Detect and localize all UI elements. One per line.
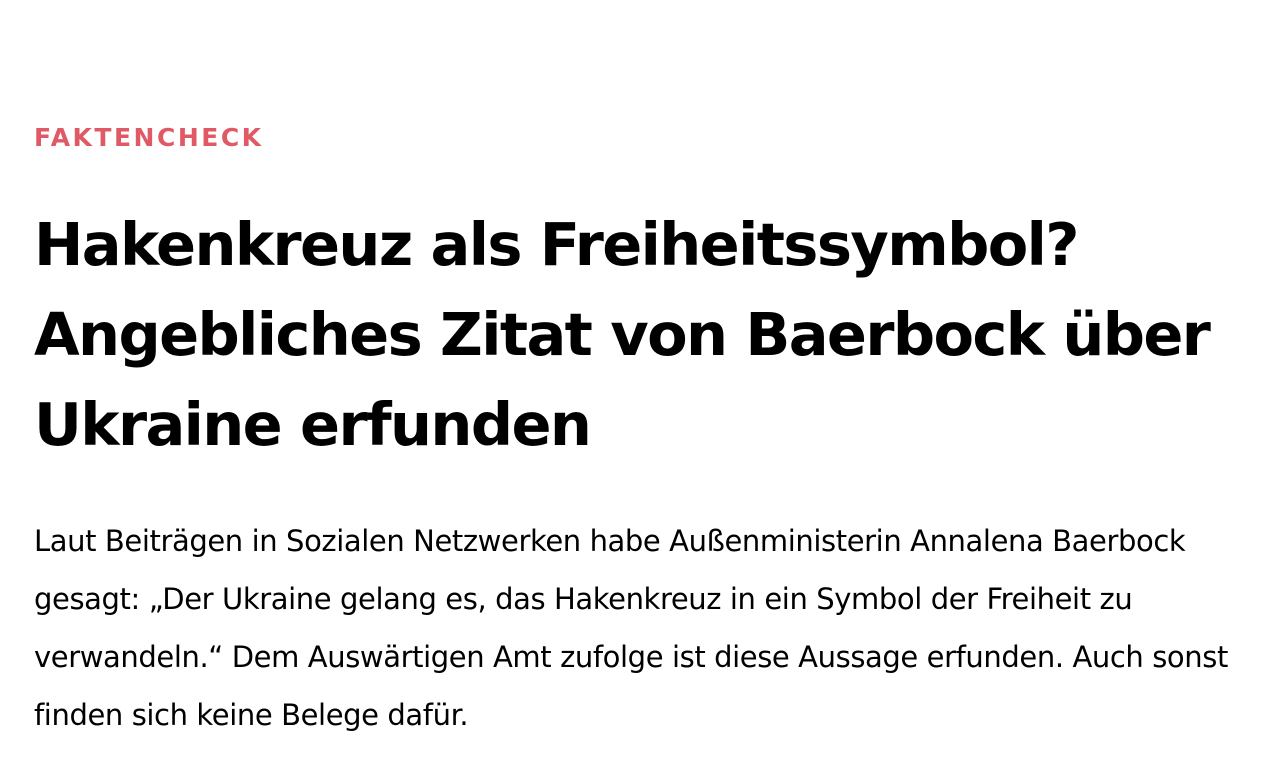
- article-teaser: Laut Beiträgen in Sozialen Netzwerken ha…: [34, 524, 1228, 732]
- kicker-label: FAKTENCHECK: [34, 123, 264, 152]
- article-header: FAKTENCHECK Hakenkreuz als Freiheitssymb…: [34, 118, 1254, 744]
- article-headline: Hakenkreuz als Freiheitssymbol? Angeblic…: [34, 210, 1211, 459]
